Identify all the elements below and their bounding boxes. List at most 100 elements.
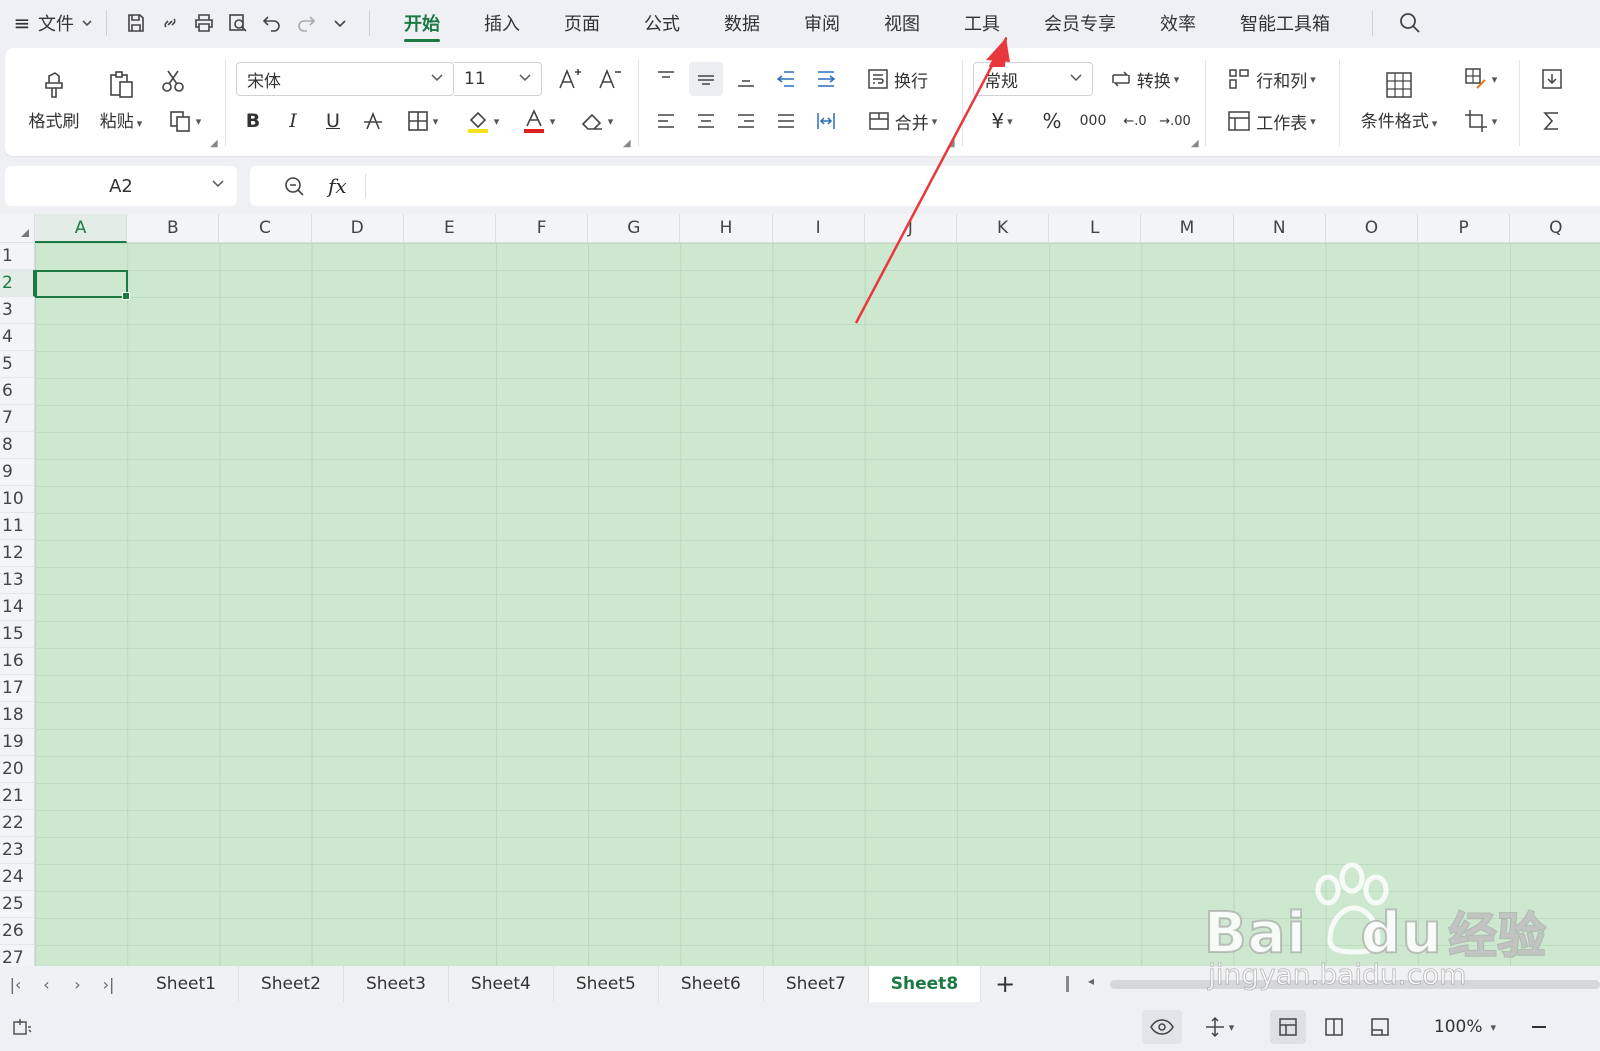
strikethrough-button[interactable]: [357, 104, 389, 138]
decrease-indent-button[interactable]: [769, 62, 803, 96]
row-header-8[interactable]: 8: [0, 432, 35, 459]
row-header-16[interactable]: 16: [0, 648, 35, 675]
font-size-select[interactable]: 11: [454, 62, 542, 96]
sheet-tab-sheet2[interactable]: Sheet2: [239, 966, 344, 1002]
clear-button[interactable]: ▾: [571, 104, 621, 138]
thousands-button[interactable]: 000: [1075, 104, 1111, 138]
row-header-25[interactable]: 25: [0, 891, 35, 918]
row-header-18[interactable]: 18: [0, 702, 35, 729]
distribute-button[interactable]: [809, 104, 843, 138]
column-header-c[interactable]: C: [219, 214, 312, 243]
row-header-5[interactable]: 5: [0, 351, 35, 378]
main-menu-icon[interactable]: ≡: [12, 5, 32, 41]
fill-down-button[interactable]: [1535, 62, 1569, 96]
scroll-left-icon[interactable]: ◂: [1088, 974, 1094, 988]
first-sheet-icon[interactable]: |‹: [0, 966, 31, 1002]
clipboard-launcher-icon[interactable]: ◢: [210, 138, 218, 149]
prev-sheet-icon[interactable]: ‹: [31, 966, 62, 1002]
sheet-tab-sheet8[interactable]: Sheet8: [868, 966, 982, 1002]
rows-cols-button[interactable]: 行和列 ▾: [1219, 62, 1323, 96]
sheet-tab-sheet6[interactable]: Sheet6: [659, 966, 764, 1002]
row-header-22[interactable]: 22: [0, 810, 35, 837]
column-header-m[interactable]: M: [1141, 214, 1234, 243]
cut-button[interactable]: [155, 64, 191, 98]
tab-page[interactable]: 页面: [542, 0, 622, 46]
column-header-f[interactable]: F: [496, 214, 589, 243]
column-header-b[interactable]: B: [127, 214, 220, 243]
percent-button[interactable]: %: [1035, 104, 1069, 138]
tab-home[interactable]: 开始: [382, 0, 462, 46]
column-header-p[interactable]: P: [1418, 214, 1511, 243]
tab-smart-toolbox[interactable]: 智能工具箱: [1218, 0, 1352, 46]
undo-icon[interactable]: [255, 5, 289, 41]
row-header-27[interactable]: 27: [0, 945, 35, 966]
tab-tools[interactable]: 工具: [942, 0, 1022, 46]
increase-font-button[interactable]: [551, 62, 587, 96]
worksheet-button[interactable]: 工作表 ▾: [1219, 104, 1323, 138]
number-format-select[interactable]: 常规: [973, 62, 1093, 96]
row-header-13[interactable]: 13: [0, 567, 35, 594]
cell-area[interactable]: [35, 243, 1600, 966]
last-sheet-icon[interactable]: ›|: [93, 966, 124, 1002]
eye-protection-icon[interactable]: [1142, 1010, 1182, 1044]
wrap-text-button[interactable]: 换行: [857, 62, 937, 96]
align-right-button[interactable]: [729, 104, 763, 138]
currency-button[interactable]: ¥ ▾: [977, 104, 1027, 138]
file-menu[interactable]: 文件: [38, 5, 94, 41]
column-header-i[interactable]: I: [772, 214, 865, 243]
italic-button[interactable]: I: [277, 104, 309, 138]
increase-indent-button[interactable]: [809, 62, 843, 96]
column-header-q[interactable]: Q: [1510, 214, 1600, 243]
sheet-tab-sheet1[interactable]: Sheet1: [134, 966, 239, 1002]
column-header-l[interactable]: L: [1049, 214, 1142, 243]
column-header-a[interactable]: A: [35, 214, 128, 243]
borders-button[interactable]: ▾: [397, 104, 447, 138]
column-header-j[interactable]: J: [864, 214, 957, 243]
row-header-20[interactable]: 20: [0, 756, 35, 783]
name-box[interactable]: A2: [5, 166, 237, 206]
align-top-button[interactable]: [649, 62, 683, 96]
active-cell-a2[interactable]: [35, 270, 130, 300]
font-launcher-icon[interactable]: ◢: [623, 138, 631, 149]
select-all-corner[interactable]: [0, 214, 35, 243]
number-launcher-icon[interactable]: ◢: [1191, 138, 1199, 149]
font-name-select[interactable]: 宋体: [236, 62, 454, 96]
row-header-24[interactable]: 24: [0, 864, 35, 891]
freeze-pane-button[interactable]: ▾: [1196, 1010, 1242, 1044]
row-header-26[interactable]: 26: [0, 918, 35, 945]
row-header-17[interactable]: 17: [0, 675, 35, 702]
row-header-14[interactable]: 14: [0, 594, 35, 621]
sheet-tab-sheet5[interactable]: Sheet5: [554, 966, 659, 1002]
add-sheet-button[interactable]: +: [981, 970, 1029, 998]
column-header-e[interactable]: E: [403, 214, 496, 243]
tab-member[interactable]: 会员专享: [1022, 0, 1138, 46]
normal-view-icon[interactable]: [1270, 1010, 1306, 1044]
link-icon[interactable]: [153, 5, 187, 41]
search-icon[interactable]: [1393, 5, 1427, 41]
sheet-tab-sheet7[interactable]: Sheet7: [764, 966, 869, 1002]
formula-input[interactable]: [376, 171, 1600, 201]
align-middle-button[interactable]: [689, 62, 723, 96]
decrease-font-button[interactable]: [591, 62, 627, 96]
split-handle[interactable]: [1066, 976, 1069, 992]
column-header-k[interactable]: K: [957, 214, 1050, 243]
row-header-21[interactable]: 21: [0, 783, 35, 810]
tab-insert[interactable]: 插入: [462, 0, 542, 46]
zoom-out-icon[interactable]: [1524, 1010, 1554, 1044]
row-header-19[interactable]: 19: [0, 729, 35, 756]
format-painter-button[interactable]: 格式刷: [21, 64, 87, 136]
row-header-6[interactable]: 6: [0, 378, 35, 405]
row-header-9[interactable]: 9: [0, 459, 35, 486]
align-center-button[interactable]: [689, 104, 723, 138]
save-icon[interactable]: [119, 5, 153, 41]
increase-decimal-button[interactable]: ←.0: [1115, 104, 1155, 138]
redo-icon[interactable]: [289, 5, 323, 41]
sheet-tab-sheet4[interactable]: Sheet4: [449, 966, 554, 1002]
row-header-3[interactable]: 3: [0, 297, 35, 324]
macro-icon[interactable]: [8, 1010, 36, 1044]
tab-efficiency[interactable]: 效率: [1138, 0, 1218, 46]
column-header-o[interactable]: O: [1325, 214, 1418, 243]
row-header-10[interactable]: 10: [0, 486, 35, 513]
row-header-2[interactable]: 2: [0, 270, 35, 297]
page-layout-icon[interactable]: [1316, 1010, 1352, 1044]
